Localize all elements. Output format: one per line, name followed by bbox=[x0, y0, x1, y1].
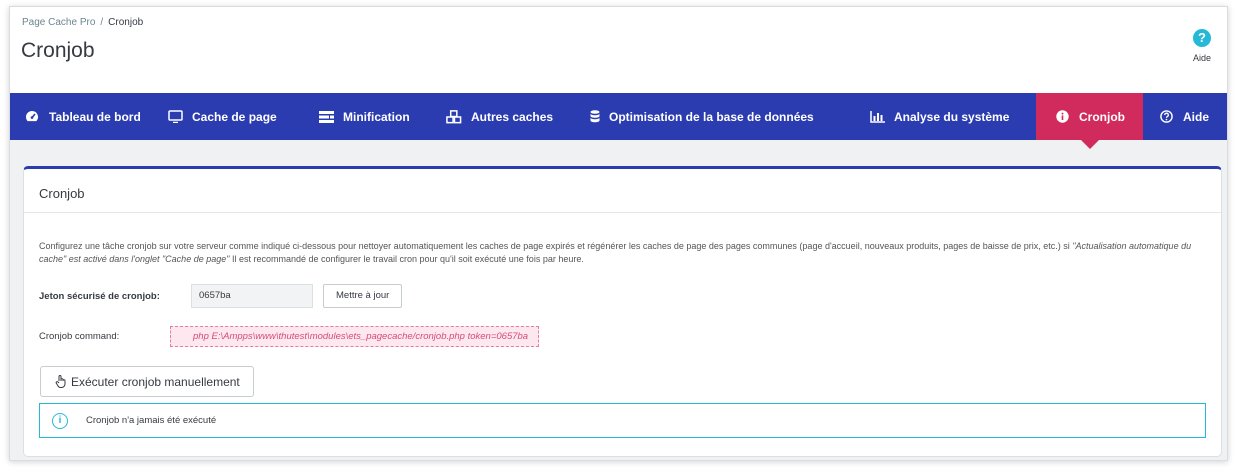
app-window: Page Cache Pro / Cronjob Cronjob ? Aide Ta… bbox=[9, 6, 1228, 461]
tab-label: Aide bbox=[1183, 109, 1210, 124]
help-label: Aide bbox=[1192, 53, 1211, 63]
tab-cache-de-page[interactable]: Cache de page bbox=[151, 93, 302, 140]
run-cronjob-label: Exécuter cronjob manuellement bbox=[71, 374, 240, 389]
page-title: Cronjob bbox=[21, 39, 95, 62]
command-row: Cronjob command: php E:\Ampps\www\thutes… bbox=[39, 326, 540, 347]
tab-label: Autres caches bbox=[471, 109, 554, 124]
breadcrumb: Page Cache Pro / Cronjob bbox=[22, 17, 143, 28]
breadcrumb-parent[interactable]: Page Cache Pro bbox=[22, 17, 95, 28]
tab-minification[interactable]: Minification bbox=[302, 93, 431, 140]
token-field[interactable]: 0657ba bbox=[191, 284, 313, 308]
token-row: Jeton sécurisé de cronjob: 0657ba Mettre… bbox=[39, 284, 403, 308]
tab-label: Minification bbox=[343, 109, 410, 124]
tab-autres-caches[interactable]: Autres caches bbox=[431, 93, 576, 140]
tab-label: Analyse du système bbox=[894, 109, 1010, 124]
breadcrumb-separator: / bbox=[100, 17, 104, 28]
breadcrumb-current: Cronjob bbox=[108, 17, 144, 28]
info-icon bbox=[1054, 110, 1070, 124]
tab-label: Optimisation de la base de données bbox=[609, 109, 814, 124]
dashboard-icon bbox=[24, 110, 40, 124]
panel-heading: Cronjob bbox=[24, 169, 1221, 213]
tab-aide[interactable]: Aide bbox=[1143, 93, 1227, 140]
help-button[interactable]: ? Aide bbox=[1187, 29, 1217, 63]
cronjob-command[interactable]: php E:\Ampps\www\thutest\modules\ets_pag… bbox=[170, 326, 540, 347]
help-icon bbox=[1158, 110, 1174, 124]
tab-analyse-du-systeme[interactable]: Analyse du système bbox=[842, 93, 1036, 140]
info-circle-icon: i bbox=[52, 412, 68, 429]
update-token-button[interactable]: Mettre à jour bbox=[323, 284, 403, 308]
question-circle-icon: ? bbox=[1193, 29, 1211, 47]
run-cronjob-button[interactable]: Exécuter cronjob manuellement bbox=[40, 366, 254, 397]
tab-label: Tableau de bord bbox=[49, 109, 141, 124]
alert-text: Cronjob n'a jamais été exécuté bbox=[86, 415, 217, 426]
command-label: Cronjob command: bbox=[39, 331, 120, 342]
bar-chart-icon bbox=[869, 110, 885, 124]
token-label: Jeton sécurisé de cronjob: bbox=[39, 290, 160, 302]
tab-label: Cronjob bbox=[1079, 109, 1125, 124]
tab-label: Cache de page bbox=[192, 109, 277, 124]
main-navbar: Tableau de bord Cache de page Minificati… bbox=[10, 93, 1227, 149]
hand-pointer-icon bbox=[55, 375, 67, 388]
monitor-icon bbox=[167, 110, 183, 124]
tab-tableau-de-bord[interactable]: Tableau de bord bbox=[10, 93, 151, 140]
page-header: Page Cache Pro / Cronjob Cronjob ? Aide bbox=[10, 7, 1227, 93]
tab-optimisation-base-de-donnees[interactable]: Optimisation de la base de données bbox=[576, 93, 842, 140]
cronjob-description: Configurez une tâche cronjob sur votre s… bbox=[39, 241, 1192, 264]
tab-cronjob[interactable]: Cronjob bbox=[1036, 93, 1143, 149]
status-alert: i Cronjob n'a jamais été exécuté bbox=[39, 403, 1206, 438]
minify-icon bbox=[318, 110, 334, 124]
cubes-icon bbox=[446, 109, 462, 124]
database-icon bbox=[590, 110, 600, 124]
cronjob-panel: Cronjob Configurez une tâche cronjob sur… bbox=[23, 166, 1222, 457]
